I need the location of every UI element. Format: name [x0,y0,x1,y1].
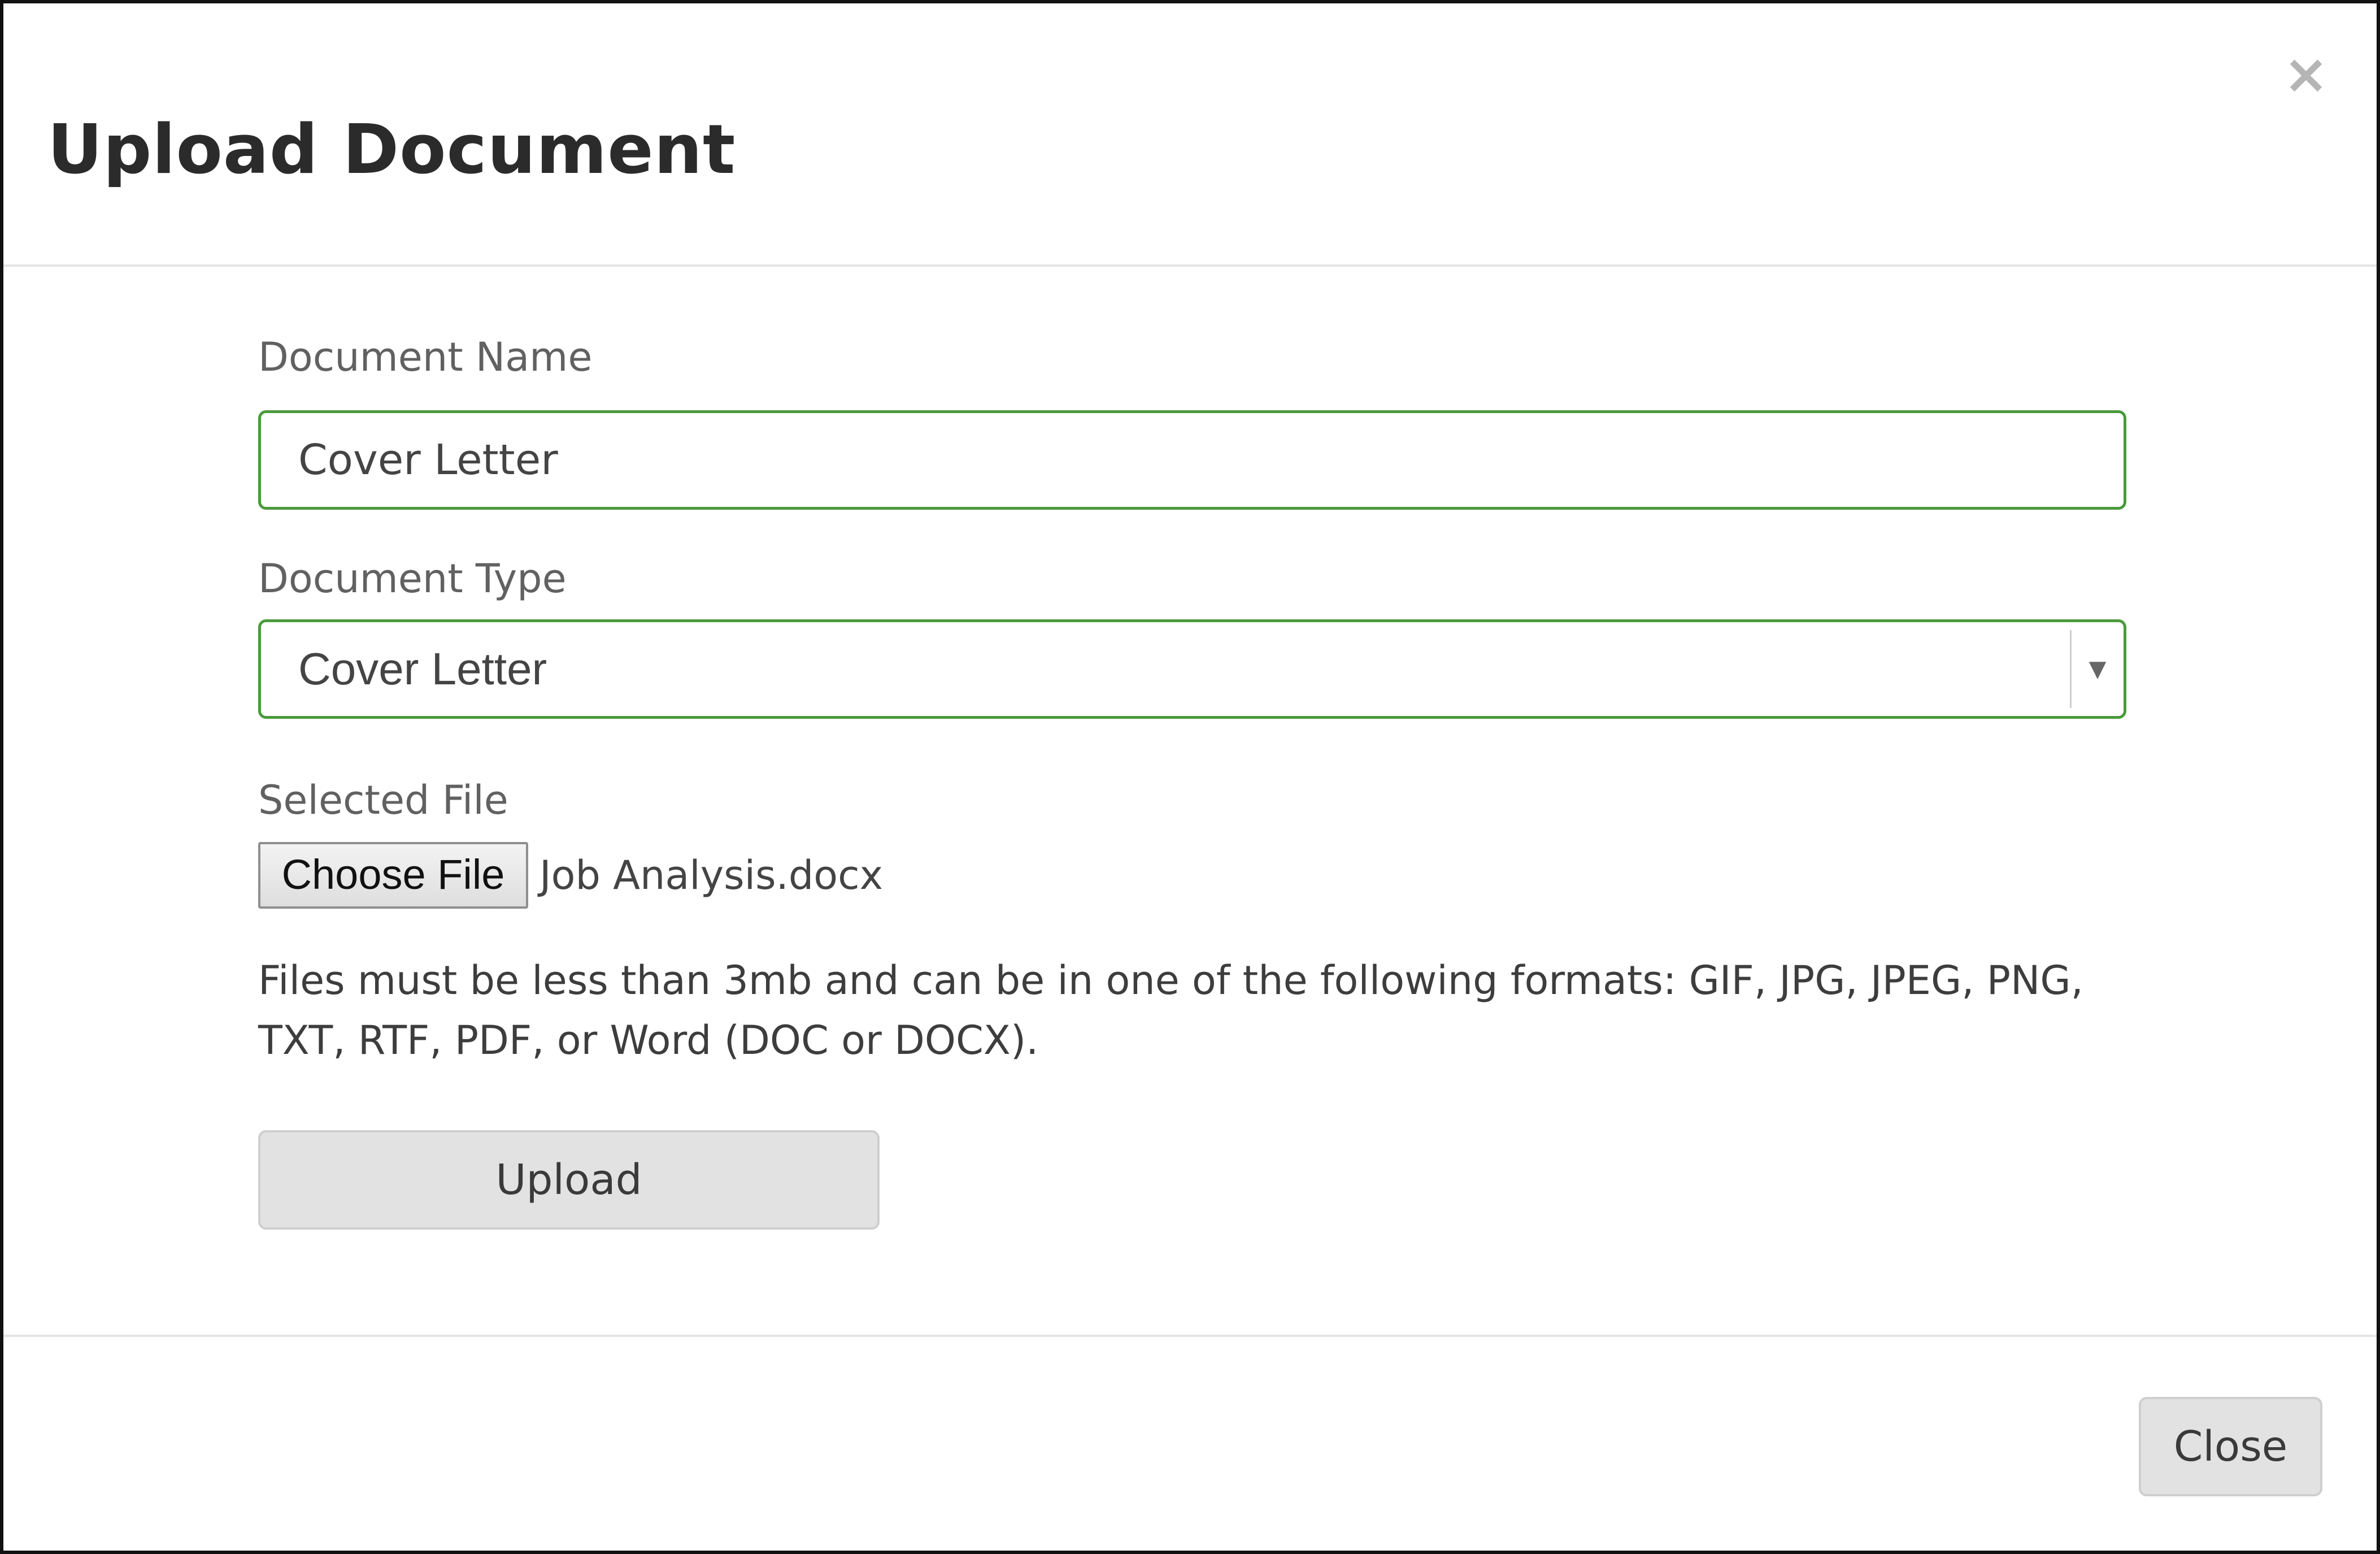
selected-file-name: Job Analysis.docx [539,852,883,898]
document-name-label: Document Name [258,334,593,380]
close-icon[interactable]: × [2281,47,2331,101]
modal-title: Upload Document [47,111,736,189]
document-type-value: Cover Letter [298,644,547,694]
document-type-select[interactable]: Cover Letter ▼ [258,619,2126,719]
upload-button[interactable]: Upload [258,1130,880,1230]
choose-file-button[interactable]: Choose File [258,842,528,909]
document-name-input[interactable]: Cover Letter [258,410,2126,510]
document-type-label: Document Type [258,555,567,602]
modal-header: Upload Document × [3,3,2377,267]
modal-body: Document Name Cover Letter Document Type… [3,267,2377,1335]
file-requirements-help: Files must be less than 3mb and can be i… [258,957,2083,1064]
close-button[interactable]: Close [2139,1397,2322,1496]
chevron-down-icon[interactable]: ▼ [2072,622,2124,716]
document-name-value: Cover Letter [298,436,558,484]
upload-document-modal: Upload Document × Document Name Cover Le… [0,0,2380,1554]
modal-footer: Close [3,1335,2377,1551]
selected-file-label: Selected File [258,777,508,823]
